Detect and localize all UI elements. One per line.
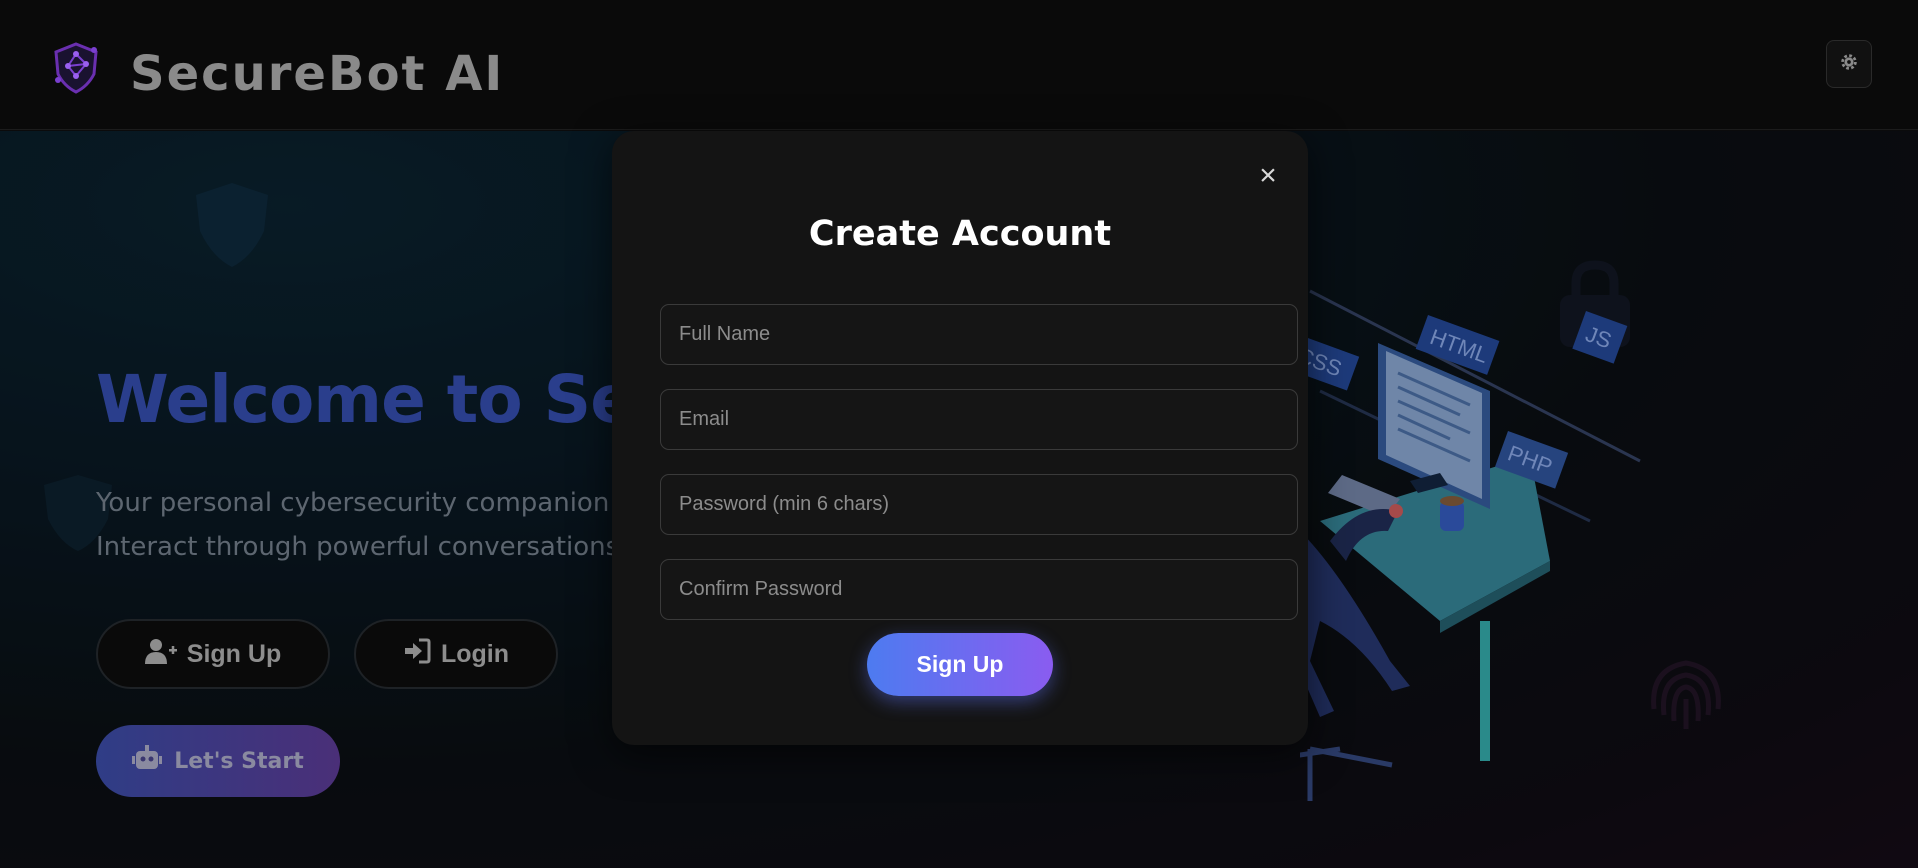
hero-login-button[interactable]: Login — [354, 619, 558, 689]
developer-illustration: HTML CSS JS PHP — [1300, 289, 1641, 801]
shield-network-icon — [48, 40, 104, 96]
full-name-input[interactable] — [660, 304, 1298, 365]
hero-subtitle-line-1: Your personal cybersecurity companion. T… — [96, 488, 665, 518]
password-input[interactable] — [660, 474, 1298, 535]
sign-in-icon — [403, 638, 431, 671]
modal-title: Create Account — [808, 214, 1112, 254]
lets-start-label: Let's Start — [174, 748, 304, 774]
hero-subtitle-line-2: Interact through powerful conversations … — [96, 532, 655, 562]
hero-signup-button[interactable]: Sign Up — [96, 619, 330, 689]
theme-toggle-button[interactable] — [1826, 40, 1872, 88]
robot-icon — [132, 745, 163, 777]
user-plus-icon — [144, 638, 177, 671]
top-header: SecureBot AI — [0, 0, 1918, 130]
hero-signup-label: Sign Up — [186, 639, 282, 668]
brand-title: SecureBot AI — [130, 46, 505, 102]
email-input[interactable] — [660, 389, 1298, 450]
lets-start-button[interactable]: Let's Start — [96, 725, 340, 797]
hero-login-label: Login — [440, 639, 510, 668]
modal-signup-button[interactable]: Sign Up — [867, 633, 1053, 696]
hero-subtitle: Your personal cybersecurity companion. T… — [96, 481, 665, 569]
close-icon[interactable]: × — [1254, 161, 1282, 191]
confirm-password-input[interactable] — [660, 559, 1298, 620]
gear-icon — [1838, 51, 1860, 78]
